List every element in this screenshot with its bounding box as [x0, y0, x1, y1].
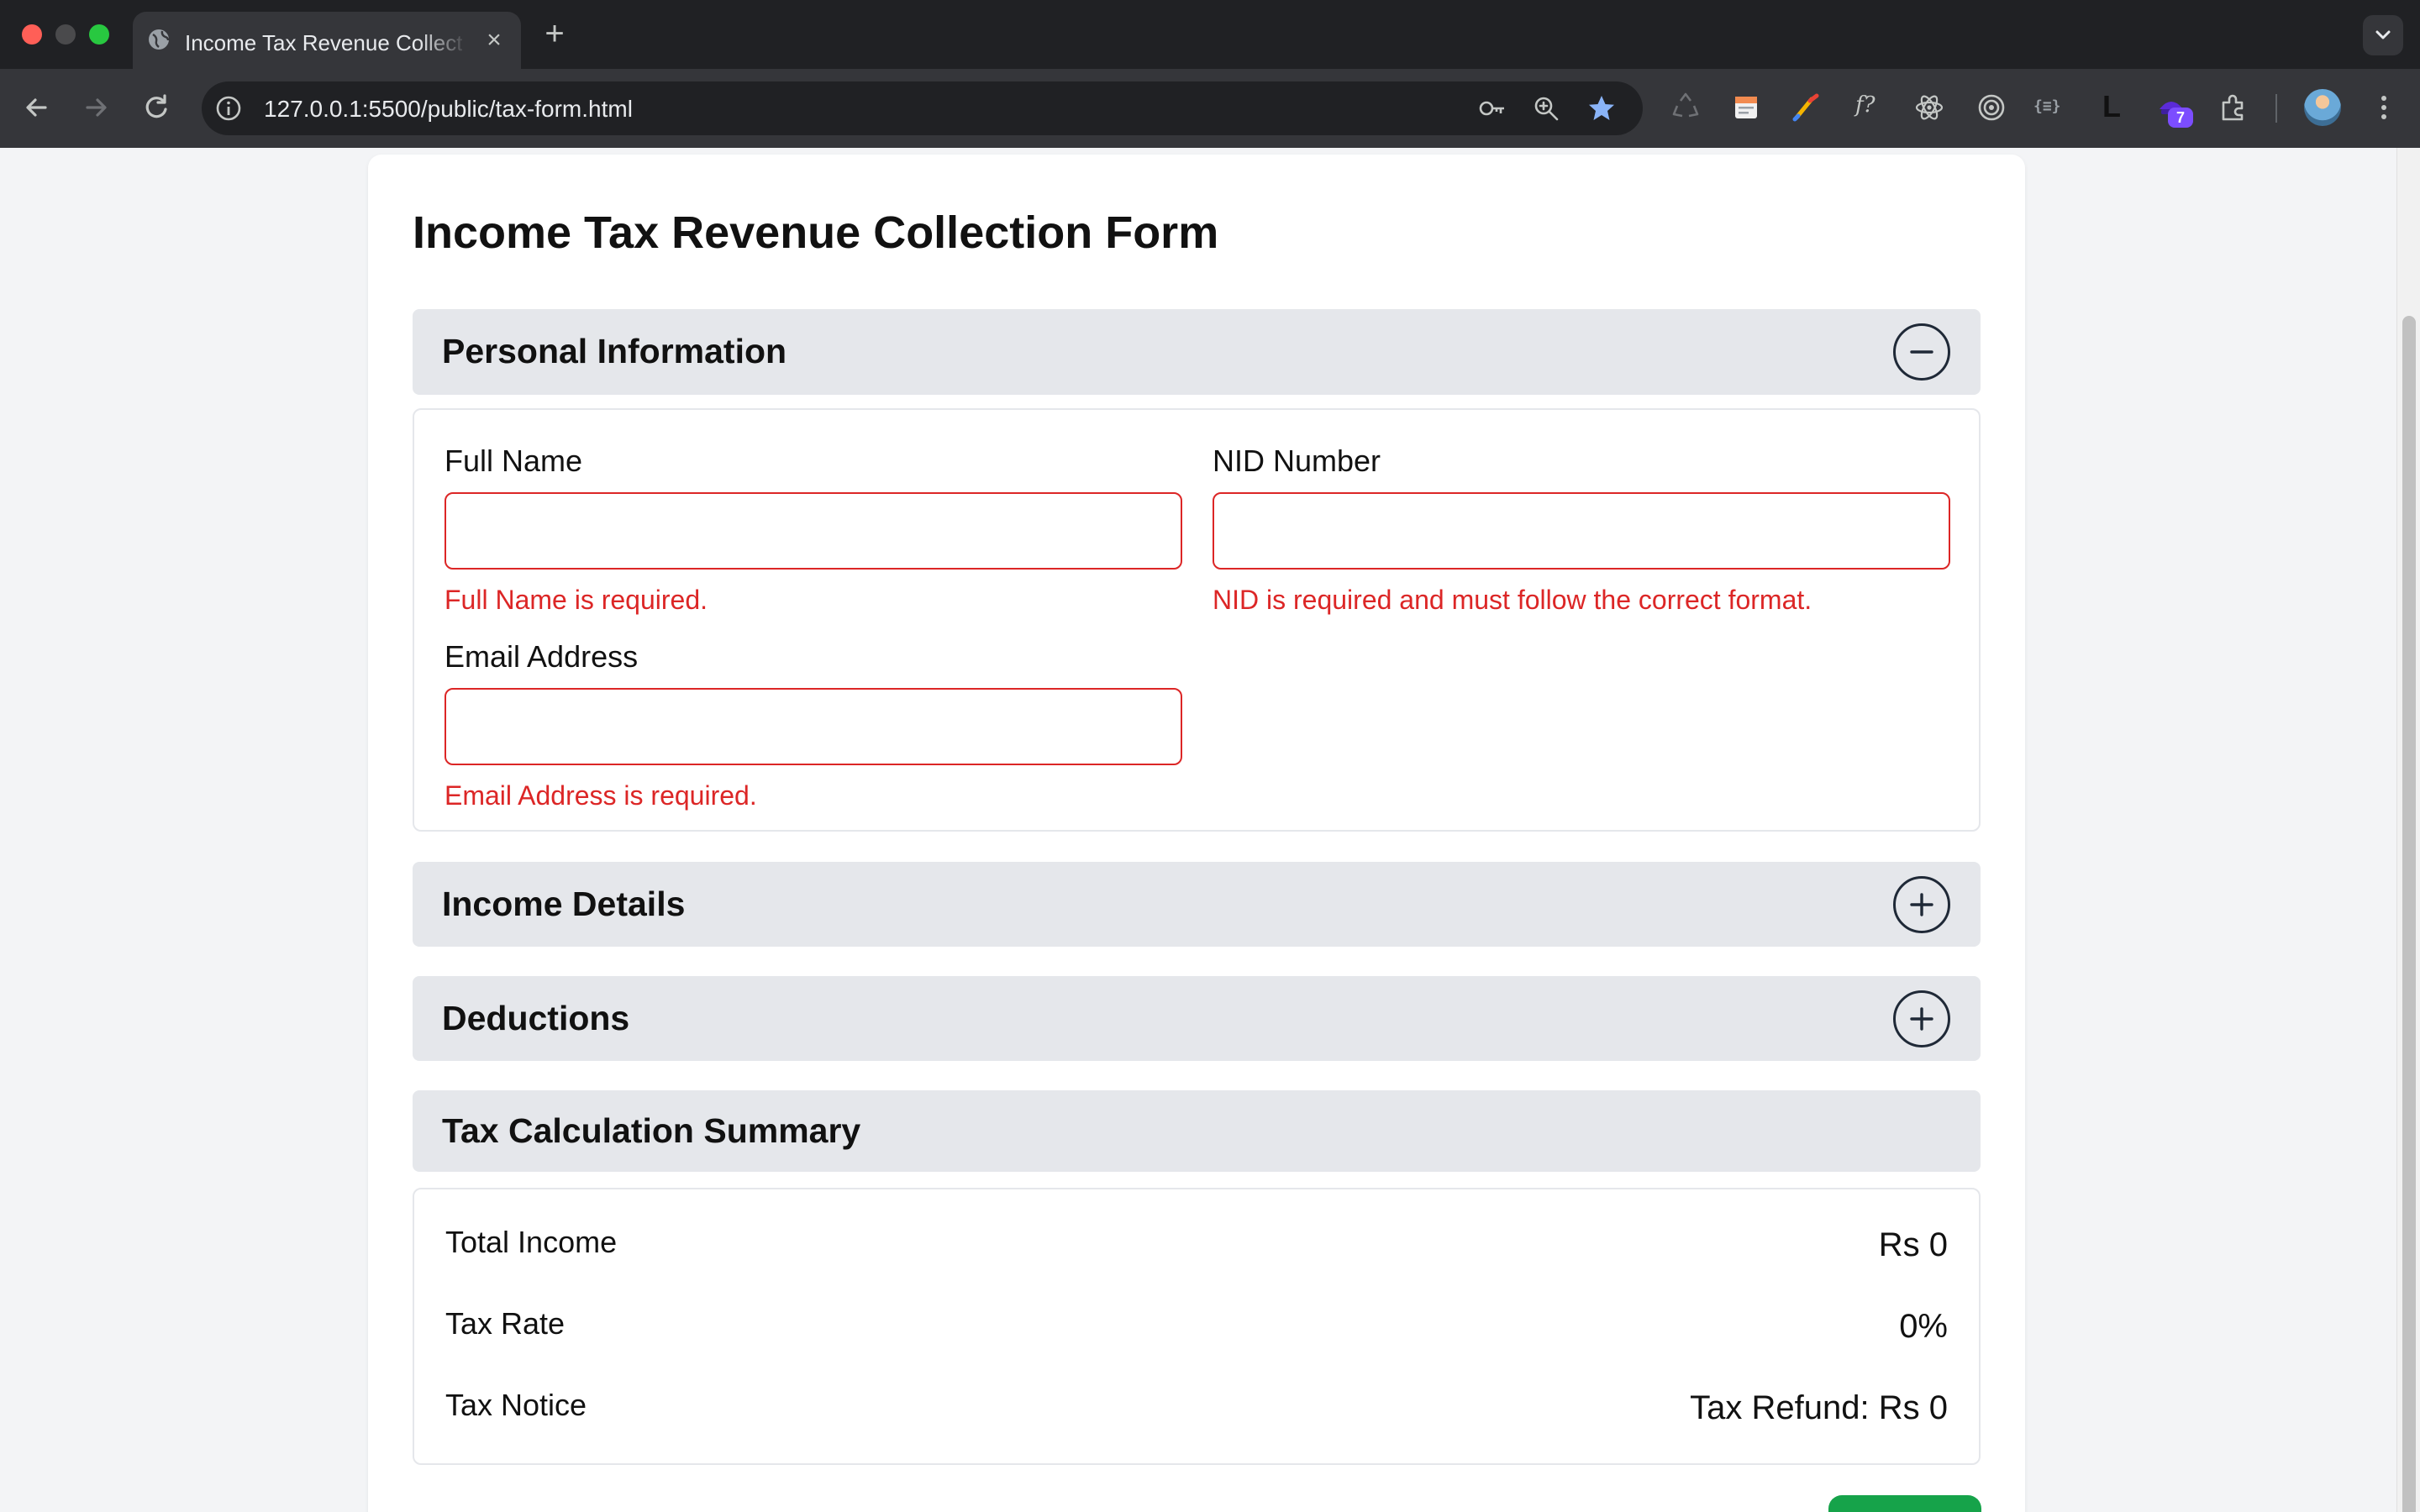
expand-deductions-button[interactable] — [1893, 990, 1950, 1047]
tax-form-card: Income Tax Revenue Collection Form Perso… — [368, 155, 2025, 1512]
scrollbar-thumb[interactable] — [2402, 316, 2416, 1512]
section-header-deductions[interactable]: Deductions — [413, 976, 1981, 1061]
minus-circle-icon — [1910, 350, 1933, 354]
chevron-down-icon — [2375, 30, 2391, 39]
react-devtools-extension-icon[interactable] — [1912, 91, 1946, 124]
email-address-error: Email Address is required. — [445, 780, 757, 811]
section-header-tax-summary: Tax Calculation Summary — [413, 1090, 1981, 1172]
browser-tab-active[interactable]: Income Tax Revenue Collection Form × — [133, 12, 521, 69]
json-viewer-extension-icon[interactable]: {≡} — [2033, 97, 2061, 115]
window-maximize-button[interactable] — [89, 24, 109, 45]
section-header-income-details[interactable]: Income Details — [413, 862, 1981, 947]
new-tab-plus-icon[interactable]: + — [538, 17, 571, 52]
section-title-summary: Tax Calculation Summary — [442, 1111, 861, 1150]
tax-notice-label: Tax Notice — [445, 1388, 587, 1422]
site-info-icon[interactable] — [213, 93, 244, 123]
zoom-icon[interactable] — [1531, 93, 1561, 123]
nid-number-label: NID Number — [1213, 444, 1381, 478]
back-arrow-icon[interactable] — [18, 89, 55, 126]
plus-circle-icon — [1910, 893, 1933, 916]
recycle-extension-icon[interactable] — [1669, 91, 1702, 124]
l-extension-icon[interactable]: L — [2102, 89, 2121, 124]
form-title: Income Tax Revenue Collection Form — [413, 207, 1219, 258]
section-body-tax-summary: Total Income Rs 0 Tax Rate 0% Tax Notice… — [413, 1188, 1981, 1465]
address-bar[interactable]: 127.0.0.1:5500/public/tax-form.html — [202, 81, 1643, 135]
url-text: 127.0.0.1:5500/public/tax-form.html — [264, 96, 633, 122]
toolbar-divider — [2275, 94, 2277, 123]
notes-extension-icon[interactable] — [1729, 91, 1763, 124]
section-body-personal-information: Full Name Full Name is required. NID Num… — [413, 408, 1981, 832]
plus-circle-icon — [1910, 1007, 1933, 1031]
window-close-button[interactable] — [22, 24, 42, 45]
tax-rate-value: 0% — [1899, 1308, 1948, 1345]
page-scrollbar[interactable] — [2396, 148, 2420, 1512]
expand-income-button[interactable] — [1893, 876, 1950, 933]
tab-title-fade — [418, 24, 469, 57]
section-header-personal-information[interactable]: Personal Information — [413, 309, 1981, 395]
password-key-icon[interactable] — [1477, 93, 1507, 123]
full-name-input[interactable] — [445, 492, 1182, 570]
profile-avatar[interactable] — [2304, 89, 2341, 126]
total-income-label: Total Income — [445, 1225, 618, 1259]
bookmark-star-icon[interactable] — [1586, 93, 1617, 123]
browser-menu-icon[interactable] — [2371, 91, 2396, 124]
full-name-label: Full Name — [445, 444, 583, 478]
full-name-error: Full Name is required. — [445, 585, 708, 615]
email-address-input[interactable] — [445, 688, 1182, 765]
submit-button[interactable] — [1828, 1495, 1981, 1512]
extension-badge-count: 7 — [2168, 108, 2193, 128]
tax-rate-label: Tax Rate — [445, 1306, 566, 1341]
reload-icon[interactable] — [138, 89, 175, 126]
section-title-deductions: Deductions — [442, 999, 630, 1037]
email-address-label: Email Address — [445, 639, 639, 674]
globe-icon — [149, 29, 170, 50]
tax-notice-value: Tax Refund: Rs 0 — [1690, 1389, 1948, 1426]
tab-search-button[interactable] — [2363, 15, 2403, 55]
nid-number-input[interactable] — [1213, 492, 1950, 570]
color-picker-extension-icon[interactable] — [1790, 91, 1823, 124]
tab-close-icon[interactable]: × — [482, 28, 506, 53]
nid-number-error: NID is required and must follow the corr… — [1213, 585, 1812, 615]
collapse-personal-button[interactable] — [1893, 323, 1950, 381]
window-minimize-button[interactable] — [55, 24, 76, 45]
extensions-puzzle-icon[interactable] — [2217, 91, 2250, 124]
section-title-income: Income Details — [442, 885, 686, 923]
forward-arrow-icon[interactable] — [77, 89, 114, 126]
browser-tab-bar: Income Tax Revenue Collection Form × + — [0, 0, 2420, 69]
font-identifier-extension-icon[interactable]: f? — [1855, 92, 1876, 118]
page-viewport: Income Tax Revenue Collection Form Perso… — [0, 148, 2396, 1512]
target-extension-icon[interactable] — [1975, 91, 2008, 124]
total-income-value: Rs 0 — [1878, 1226, 1948, 1263]
section-title-personal: Personal Information — [442, 332, 787, 370]
